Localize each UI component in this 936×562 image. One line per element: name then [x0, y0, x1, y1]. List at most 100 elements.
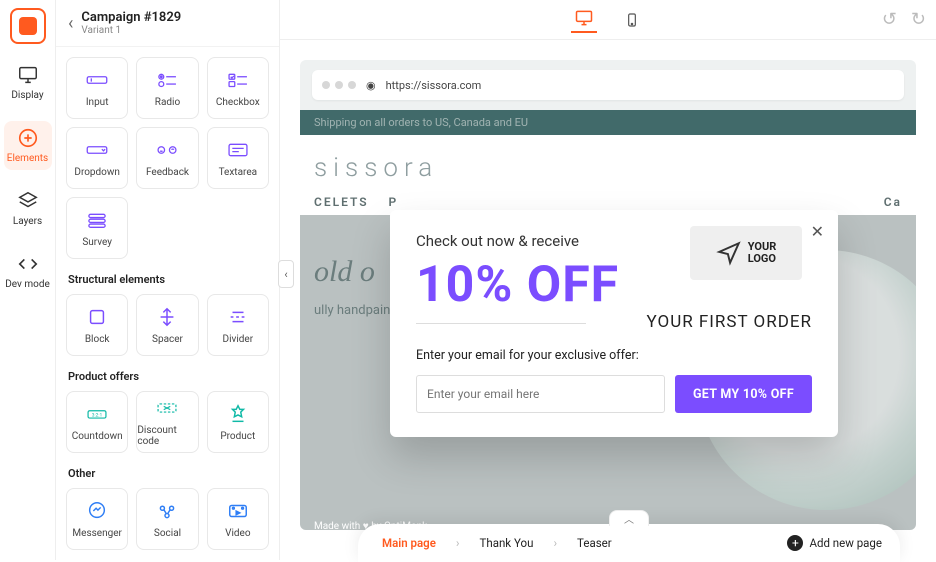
eye-icon: ◉	[366, 79, 376, 92]
social-icon	[154, 500, 180, 522]
input-icon	[84, 69, 110, 91]
tabs-expand-handle[interactable]: ︿	[609, 510, 649, 526]
feedback-icon	[154, 139, 180, 161]
preview-url: https://sissora.com	[386, 79, 482, 92]
cta-button[interactable]: GET MY 10% OFF	[675, 375, 812, 413]
add-new-page[interactable]: + Add new page	[787, 535, 882, 551]
block-icon	[84, 306, 110, 328]
sidebar-header: ‹ Campaign #1829 Variant 1	[56, 0, 279, 47]
card-label: Block	[85, 334, 110, 345]
popup-sub: Enter your email for your exclusive offe…	[416, 348, 812, 363]
redo-button[interactable]: ↻	[911, 9, 926, 30]
rail-devmode[interactable]: Dev mode	[4, 247, 52, 296]
element-social[interactable]: Social	[136, 488, 198, 550]
element-messenger[interactable]: Messenger	[66, 488, 128, 550]
element-discount-code[interactable]: Discount code	[136, 391, 198, 453]
browser-bar: ◉ https://sissora.com	[312, 70, 904, 100]
device-toggle	[571, 7, 645, 33]
element-checkbox[interactable]: Checkbox	[207, 57, 269, 119]
element-countdown[interactable]: 3:2:1 Countdown	[66, 391, 128, 453]
preview-canvas: ◉ https://sissora.com Shipping on all or…	[300, 60, 916, 530]
nav-item: P	[389, 195, 399, 209]
card-label: Spacer	[152, 334, 183, 345]
spacer-icon	[154, 306, 180, 328]
brand-logo-text: sissora	[300, 135, 916, 189]
element-survey[interactable]: Survey	[66, 197, 128, 259]
variant-label: Variant 1	[81, 25, 181, 36]
card-label: Feedback	[146, 167, 189, 178]
card-label: Survey	[82, 237, 112, 248]
campaign-title: Campaign #1829	[81, 10, 181, 25]
nav-item: Ca	[884, 195, 902, 209]
card-label: Product	[220, 431, 255, 442]
monitor-icon	[17, 64, 39, 86]
element-dropdown[interactable]: Dropdown	[66, 127, 128, 189]
sidebar-body: Input Radio Checkbox Dropdown Feedback T…	[56, 47, 279, 560]
chevron-right-icon: ›	[450, 536, 466, 550]
textarea-icon	[225, 139, 251, 161]
messenger-icon	[84, 500, 110, 522]
device-desktop[interactable]	[571, 7, 597, 33]
element-product[interactable]: Product	[207, 391, 269, 453]
rail-label: Display	[11, 90, 43, 101]
popup-line2: YOUR FIRST ORDER	[600, 312, 812, 332]
app-logo[interactable]	[10, 8, 46, 44]
card-label: Textarea	[219, 167, 258, 178]
plus-icon: +	[787, 535, 803, 551]
popup-form: GET MY 10% OFF	[416, 375, 812, 413]
element-spacer[interactable]: Spacer	[136, 294, 198, 356]
rail-label: Dev mode	[5, 279, 50, 290]
rail-layers[interactable]: Layers	[4, 184, 52, 233]
card-label: Radio	[155, 97, 180, 108]
tab-teaser[interactable]: Teaser	[571, 532, 618, 554]
email-input[interactable]	[416, 375, 665, 413]
main-area: ↺ ↻ ◉ https://sissora.com Shipping on al…	[280, 0, 936, 560]
tab-thank-you[interactable]: Thank You	[474, 532, 540, 554]
page-tabs: ︿ Main page › Thank You › Teaser + Add n…	[358, 524, 900, 562]
section-structural: Structural elements	[68, 273, 267, 286]
paper-plane-icon	[716, 240, 742, 266]
add-page-label: Add new page	[809, 536, 882, 550]
rail-display[interactable]: Display	[4, 58, 52, 107]
element-input[interactable]: Input	[66, 57, 128, 119]
radio-icon	[154, 69, 180, 91]
popup[interactable]: ✕ YOUR LOGO Check out now & receive 10% …	[390, 210, 838, 437]
product-icon	[225, 403, 251, 425]
svg-text:3:2:1: 3:2:1	[92, 412, 103, 418]
discount-icon	[154, 397, 180, 419]
rail-label: Layers	[13, 216, 42, 227]
logo-placeholder[interactable]: YOUR LOGO	[690, 226, 802, 280]
layers-icon	[17, 190, 39, 212]
undo-button[interactable]: ↺	[882, 9, 897, 30]
card-label: Discount code	[137, 425, 197, 447]
divider-icon	[225, 306, 251, 328]
logo-text: YOUR LOGO	[748, 241, 777, 265]
close-icon[interactable]: ✕	[811, 222, 824, 241]
element-radio[interactable]: Radio	[136, 57, 198, 119]
survey-icon	[84, 209, 110, 231]
rail-label: Elements	[7, 153, 48, 164]
canvas-wrap: ◉ https://sissora.com Shipping on all or…	[280, 40, 936, 560]
popup-divider	[416, 323, 586, 324]
card-label: Divider	[223, 334, 254, 345]
element-divider[interactable]: Divider	[207, 294, 269, 356]
section-other: Other	[68, 467, 267, 480]
code-icon	[17, 253, 39, 275]
element-feedback[interactable]: Feedback	[136, 127, 198, 189]
site-preview: Shipping on all orders to US, Canada and…	[300, 110, 916, 530]
element-block[interactable]: Block	[66, 294, 128, 356]
nav-item: CELETS	[314, 195, 369, 209]
window-dots	[322, 81, 356, 89]
rail-elements[interactable]: Elements	[4, 121, 52, 170]
card-label: Checkbox	[216, 97, 260, 108]
device-mobile[interactable]	[619, 7, 645, 33]
tab-main-page[interactable]: Main page	[376, 532, 442, 554]
mobile-icon	[624, 10, 640, 30]
card-label: Countdown	[72, 431, 123, 442]
element-textarea[interactable]: Textarea	[207, 127, 269, 189]
sidebar-collapse-handle[interactable]: ‹	[278, 260, 294, 288]
back-button[interactable]: ‹	[68, 13, 73, 34]
element-video[interactable]: Video	[207, 488, 269, 550]
checkbox-icon	[225, 69, 251, 91]
card-label: Social	[154, 528, 181, 539]
